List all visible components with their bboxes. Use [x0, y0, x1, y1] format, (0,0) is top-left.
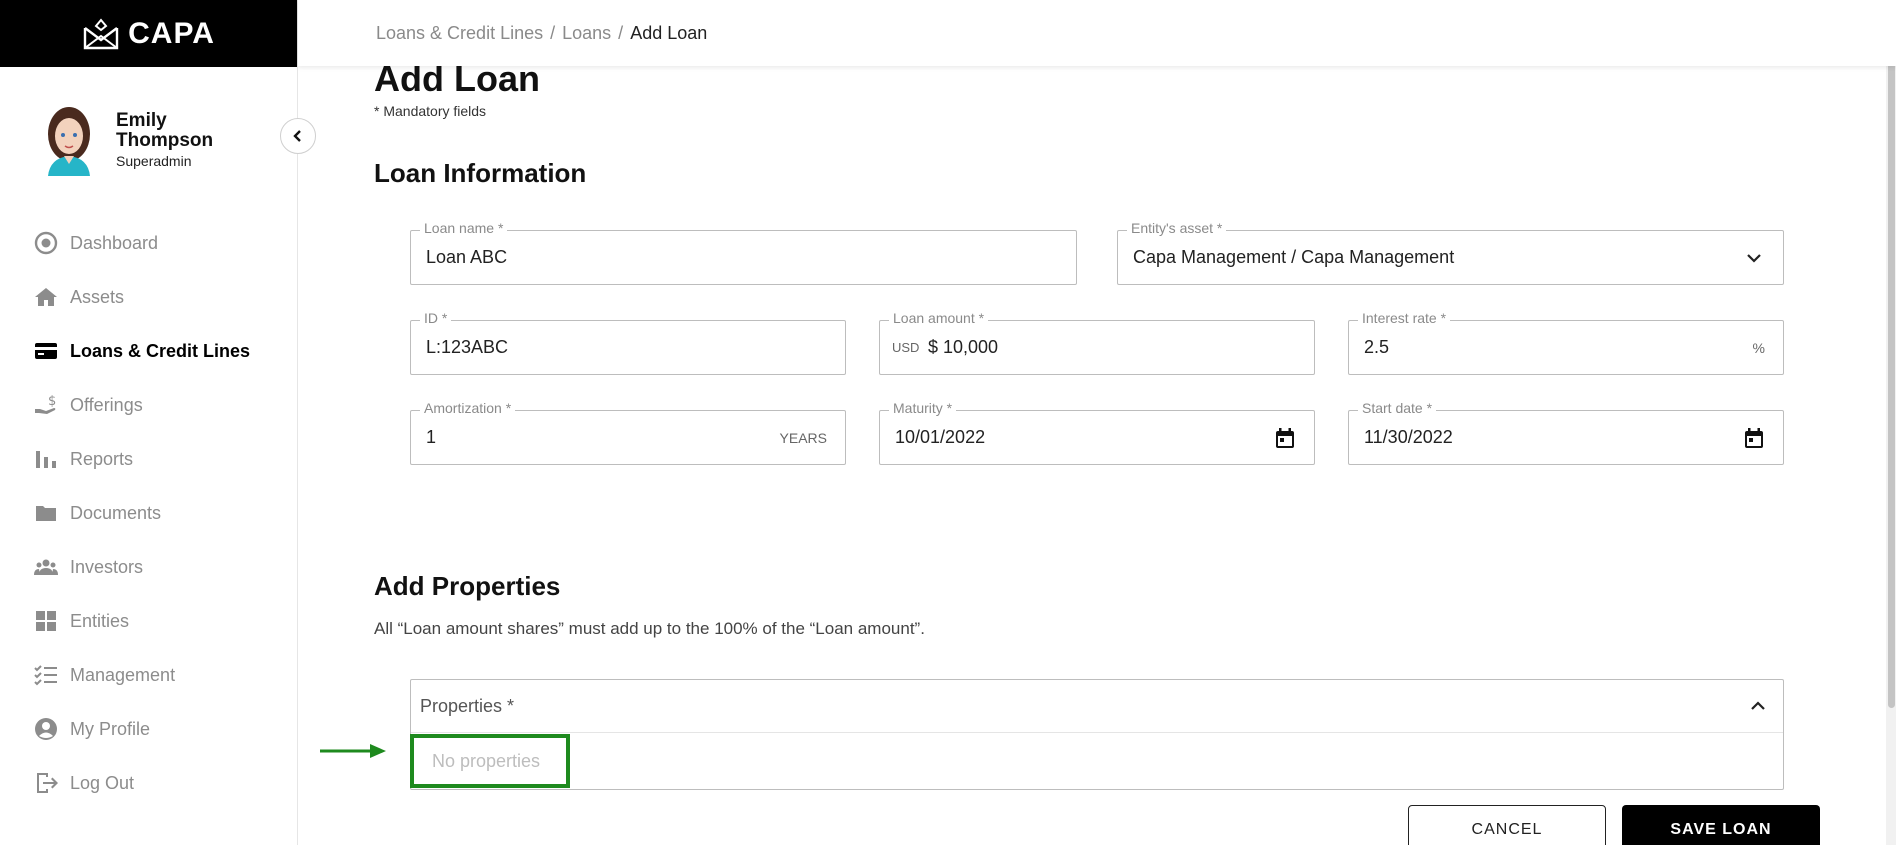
sidebar-item-investors[interactable]: Investors — [0, 540, 298, 594]
maturity-date-field[interactable]: Maturity * 10/01/2022 — [879, 400, 1315, 465]
brand-name: CAPA — [128, 16, 215, 50]
sidebar-item-label: Management — [70, 664, 176, 685]
folder-icon — [36, 506, 56, 521]
interest-rate-value: 2.5 — [1364, 337, 1390, 357]
entity-asset-value: Capa Management / Capa Management — [1133, 247, 1455, 267]
id-field[interactable]: ID * L:123ABC — [410, 310, 846, 375]
properties-description: All “Loan amount shares” must add up to … — [374, 619, 925, 638]
entity-asset-select[interactable]: Entity's asset * Capa Management / Capa … — [1117, 220, 1784, 285]
currency-prefix: USD — [892, 340, 920, 355]
dashboard-icon — [34, 231, 58, 255]
annotation-arrow-icon — [320, 744, 386, 758]
amortization-value: 1 — [426, 427, 437, 447]
sidebar-item-assets[interactable]: Assets — [0, 270, 298, 324]
sidebar-item-management[interactable]: Management — [0, 648, 298, 702]
properties-dropdown: Properties * — [410, 679, 1784, 790]
breadcrumb-link-loans-credit-lines[interactable]: Loans & Credit Lines — [376, 23, 543, 44]
amortization-label: Amortization * — [420, 400, 516, 416]
sidebar-item-my-profile[interactable]: My Profile — [0, 702, 298, 756]
add-properties-heading: Add Properties — [374, 571, 561, 601]
sidebar-collapse-button[interactable] — [280, 118, 316, 154]
start-date-label: Start date * — [1358, 400, 1437, 416]
logo-bar: CAPA — [0, 0, 297, 67]
breadcrumb-separator: / — [550, 22, 556, 43]
checklist-icon — [34, 665, 57, 686]
amortization-field[interactable]: Amortization * 1 YEARS — [410, 400, 846, 465]
sidebar-item-label: Investors — [70, 556, 144, 577]
start-date-value: 11/30/2022 — [1364, 427, 1453, 447]
sidebar: CAPA Emily Thompson Superadmin Dashboard… — [0, 0, 298, 845]
cancel-button[interactable]: CANCEL — [1408, 805, 1606, 845]
sidebar-item-label: Assets — [70, 286, 125, 307]
avatar — [48, 107, 90, 176]
sidebar-item-label: Documents — [70, 502, 162, 523]
sidebar-item-dashboard[interactable]: Dashboard — [0, 216, 298, 270]
id-value: L:123ABC — [426, 337, 509, 357]
breadcrumb: Loans & Credit Lines / Loans / Add Loan — [298, 0, 1896, 66]
sidebar-item-loans-credit-lines[interactable]: Loans & Credit Lines — [0, 324, 298, 378]
properties-dropdown-header[interactable]: Properties * — [411, 680, 1783, 733]
no-properties-message: No properties — [410, 734, 570, 788]
save-loan-button[interactable]: SAVE LOAN — [1622, 805, 1820, 845]
people-icon — [34, 559, 58, 575]
breadcrumb-current: Add Loan — [630, 22, 708, 43]
loan-name-field[interactable]: Loan name * Loan ABC — [410, 220, 1077, 285]
logout-icon — [37, 773, 58, 793]
sidebar-item-log-out[interactable]: Log Out — [0, 756, 298, 810]
credit-card-icon — [35, 343, 57, 359]
chevron-up-icon — [1751, 701, 1765, 710]
svg-text:$: $ — [48, 394, 56, 409]
calendar-icon[interactable] — [1743, 427, 1765, 449]
breadcrumb-separator: / — [618, 22, 624, 43]
sidebar-item-label: My Profile — [70, 718, 151, 739]
home-icon — [35, 288, 57, 306]
offering-hand-icon: $ — [35, 394, 56, 414]
chevron-left-icon — [293, 130, 301, 142]
sidebar-item-reports[interactable]: Reports — [0, 432, 298, 486]
loan-name-value: Loan ABC — [426, 247, 508, 267]
chevron-down-icon — [1747, 254, 1761, 263]
sidebar-nav: Dashboard Assets Loans & Credit Lines $ … — [0, 216, 298, 810]
scrollbar-thumb[interactable] — [1888, 0, 1895, 708]
bar-chart-icon — [36, 451, 56, 468]
app-root: CAPA Emily Thompson Superadmin Dashboard… — [0, 0, 1896, 845]
entity-asset-label: Entity's asset * — [1127, 220, 1227, 236]
sidebar-item-entities[interactable]: Entities — [0, 594, 298, 648]
page-scrollbar[interactable] — [1886, 0, 1896, 845]
loan-amount-value: $ 10,000 — [928, 337, 999, 357]
calendar-icon[interactable] — [1274, 427, 1296, 449]
sidebar-item-label: Loans & Credit Lines — [70, 340, 251, 361]
start-date-field[interactable]: Start date * 11/30/2022 — [1348, 400, 1784, 465]
sidebar-item-offerings[interactable]: $ Offerings — [0, 378, 298, 432]
id-label: ID * — [420, 310, 452, 326]
sidebar-item-documents[interactable]: Documents — [0, 486, 298, 540]
loan-information-heading: Loan Information — [374, 158, 587, 188]
interest-rate-label: Interest rate * — [1358, 310, 1451, 326]
sidebar-item-label: Offerings — [70, 394, 143, 415]
user-card: Emily Thompson Superadmin — [40, 104, 236, 176]
sidebar-item-label: Reports — [70, 448, 134, 469]
sidebar-item-label: Log Out — [70, 772, 135, 793]
maturity-value: 10/01/2022 — [895, 427, 986, 447]
breadcrumb-link-loans[interactable]: Loans — [562, 23, 611, 44]
interest-rate-field[interactable]: Interest rate * 2.5 % — [1348, 310, 1784, 375]
user-circle-icon — [35, 718, 57, 740]
user-role: Superadmin — [116, 153, 192, 169]
user-name: Emily Thompson — [116, 110, 214, 151]
mandatory-note: * Mandatory fields — [374, 103, 487, 119]
sidebar-item-label: Entities — [70, 610, 130, 631]
loan-name-label: Loan name * — [420, 220, 508, 236]
loan-amount-label: Loan amount * — [889, 310, 989, 326]
grid-icon — [36, 611, 56, 631]
properties-label: Properties * — [420, 696, 515, 716]
capa-logo-icon — [83, 17, 119, 49]
years-suffix: YEARS — [779, 430, 827, 446]
loan-amount-field[interactable]: Loan amount * USD $ 10,000 — [879, 310, 1315, 375]
maturity-label: Maturity * — [889, 400, 957, 416]
sidebar-item-label: Dashboard — [70, 232, 159, 253]
percent-suffix: % — [1752, 340, 1765, 356]
